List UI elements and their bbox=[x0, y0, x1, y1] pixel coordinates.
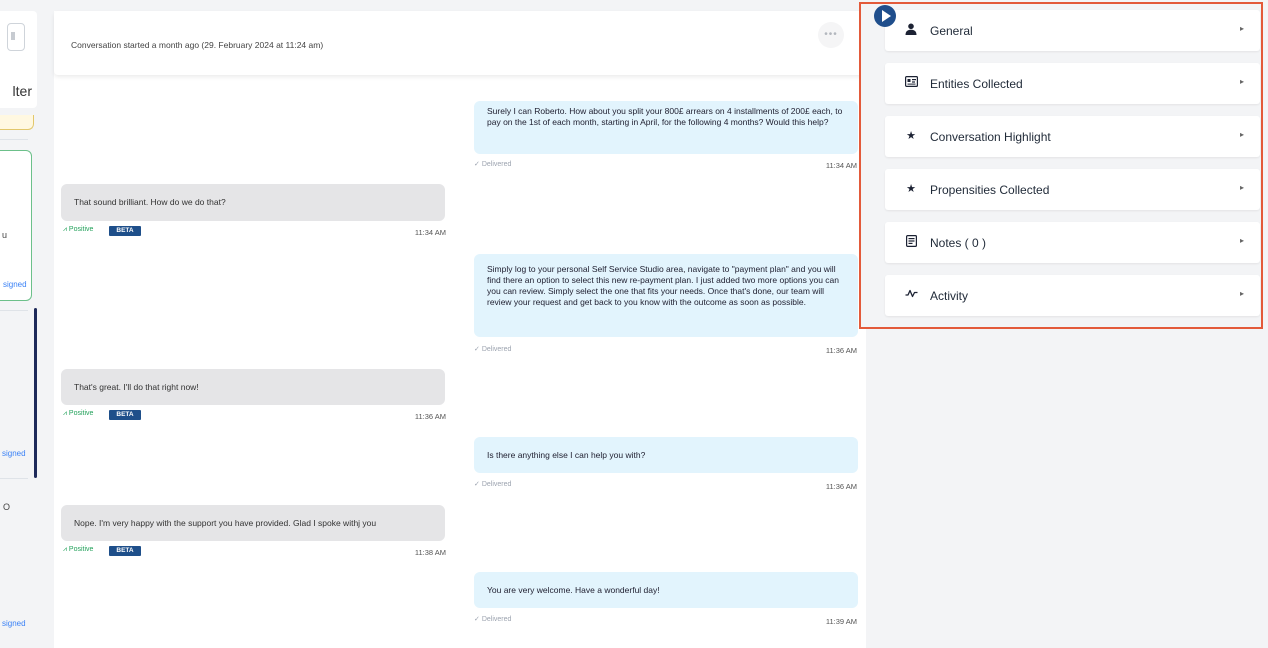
delivered-label: Delivered bbox=[481, 161, 512, 168]
delivered-label: Delivered bbox=[481, 346, 512, 353]
message-text: You are very welcome. Have a wonderful d… bbox=[487, 585, 660, 595]
sentiment-positive: ⩘ Positive bbox=[63, 226, 94, 233]
customer-message: That sound brilliant. How do we do that? bbox=[61, 184, 445, 221]
play-icon[interactable] bbox=[874, 5, 896, 27]
star-icon: ★ bbox=[906, 130, 916, 142]
filter-toggle-button[interactable] bbox=[7, 23, 25, 51]
customer-message: Nope. I'm very happy with the support yo… bbox=[61, 505, 445, 541]
chevron-right-icon: ▸ bbox=[1239, 236, 1244, 245]
sentiment-label: Positive bbox=[68, 546, 94, 553]
assigned-status: signed bbox=[3, 280, 27, 289]
section-entities-collected[interactable]: Entities Collected ▸ bbox=[885, 63, 1260, 104]
section-notes[interactable]: Notes ( 0 ) ▸ bbox=[885, 222, 1260, 263]
sidebar-divider bbox=[0, 139, 28, 140]
conversation-card[interactable]: u signed bbox=[0, 150, 32, 301]
section-general[interactable]: General ▸ bbox=[885, 10, 1260, 51]
message-text: That's great. I'll do that right now! bbox=[74, 382, 199, 392]
chevron-right-icon: ▸ bbox=[1239, 289, 1244, 298]
message-time: 11:36 AM bbox=[414, 412, 446, 421]
conversation-card-text[interactable]: O bbox=[3, 502, 10, 512]
sidebar-divider bbox=[0, 310, 28, 311]
section-label: Entities Collected bbox=[930, 77, 1023, 91]
beta-badge: BETA bbox=[109, 226, 141, 236]
section-label: Propensities Collected bbox=[930, 183, 1050, 197]
activity-icon bbox=[903, 288, 919, 302]
agent-message: Surely I can Roberto. How about you spli… bbox=[474, 101, 858, 154]
message-text: That sound brilliant. How do we do that? bbox=[74, 197, 226, 207]
section-label: Conversation Highlight bbox=[930, 130, 1051, 144]
assigned-status[interactable]: signed bbox=[2, 449, 26, 458]
agent-message: You are very welcome. Have a wonderful d… bbox=[474, 572, 858, 608]
delivered-status: ✓ Delivered bbox=[474, 161, 512, 168]
section-label: Notes ( 0 ) bbox=[930, 236, 987, 250]
delivered-status: ✓ Delivered bbox=[474, 346, 512, 353]
message-time: 11:39 AM bbox=[825, 617, 857, 626]
conversation-start-info: Conversation started a month ago (29. Fe… bbox=[71, 40, 324, 50]
sidebar-divider bbox=[0, 478, 28, 479]
sentiment-label: Positive bbox=[68, 226, 94, 233]
message-time: 11:34 AM bbox=[825, 161, 857, 170]
message-text: Surely I can Roberto. How about you spli… bbox=[487, 106, 843, 127]
sentiment-positive: ⩘ Positive bbox=[63, 410, 94, 417]
id-card-icon bbox=[903, 76, 919, 90]
agent-message: Simply log to your personal Self Service… bbox=[474, 254, 858, 337]
section-label: Activity bbox=[930, 289, 969, 303]
pending-conversation-card[interactable] bbox=[0, 115, 34, 130]
sentiment-label: Positive bbox=[68, 410, 94, 417]
note-icon bbox=[903, 235, 919, 249]
message-time: 11:36 AM bbox=[825, 482, 857, 491]
delivered-label: Delivered bbox=[481, 481, 512, 488]
message-time: 11:38 AM bbox=[414, 548, 446, 557]
customer-message: That's great. I'll do that right now! bbox=[61, 369, 445, 405]
delivered-status: ✓ Delivered bbox=[474, 616, 512, 623]
chevron-right-icon: ▸ bbox=[1239, 77, 1244, 86]
section-conversation-highlight[interactable]: ★ Conversation Highlight ▸ bbox=[885, 116, 1260, 157]
more-options-icon[interactable]: ••• bbox=[818, 22, 844, 48]
delivered-label: Delivered bbox=[481, 616, 512, 623]
section-label: General bbox=[930, 24, 973, 38]
section-activity[interactable]: Activity ▸ bbox=[885, 275, 1260, 316]
conversation-panel: Conversation started a month ago (29. Fe… bbox=[54, 11, 866, 648]
message-text: Nope. I'm very happy with the support yo… bbox=[74, 518, 377, 528]
assigned-status[interactable]: signed bbox=[2, 619, 26, 628]
message-time: 11:34 AM bbox=[414, 228, 446, 237]
chevron-right-icon: ▸ bbox=[1239, 130, 1244, 139]
filter-card: lter bbox=[0, 11, 37, 108]
delivered-status: ✓ Delivered bbox=[474, 481, 512, 488]
star-icon: ★ bbox=[906, 183, 916, 195]
beta-badge: BETA bbox=[109, 546, 141, 556]
conversation-header: Conversation started a month ago (29. Fe… bbox=[54, 11, 866, 75]
message-time: 11:36 AM bbox=[825, 346, 857, 355]
agent-message: Is there anything else I can help you wi… bbox=[474, 437, 858, 473]
conversation-list-sidebar: lter u signed signed O signed bbox=[0, 0, 44, 648]
conversation-card-text: u bbox=[2, 230, 8, 240]
section-propensities-collected[interactable]: ★ Propensities Collected ▸ bbox=[885, 169, 1260, 210]
person-icon bbox=[903, 23, 919, 37]
filter-label[interactable]: lter bbox=[13, 83, 32, 99]
chevron-right-icon: ▸ bbox=[1239, 24, 1244, 33]
chevron-right-icon: ▸ bbox=[1239, 183, 1244, 192]
message-text: Is there anything else I can help you wi… bbox=[487, 450, 646, 460]
sentiment-positive: ⩘ Positive bbox=[63, 546, 94, 553]
active-conversation-indicator bbox=[34, 308, 37, 478]
message-text: Simply log to your personal Self Service… bbox=[487, 264, 840, 307]
beta-badge: BETA bbox=[109, 410, 141, 420]
